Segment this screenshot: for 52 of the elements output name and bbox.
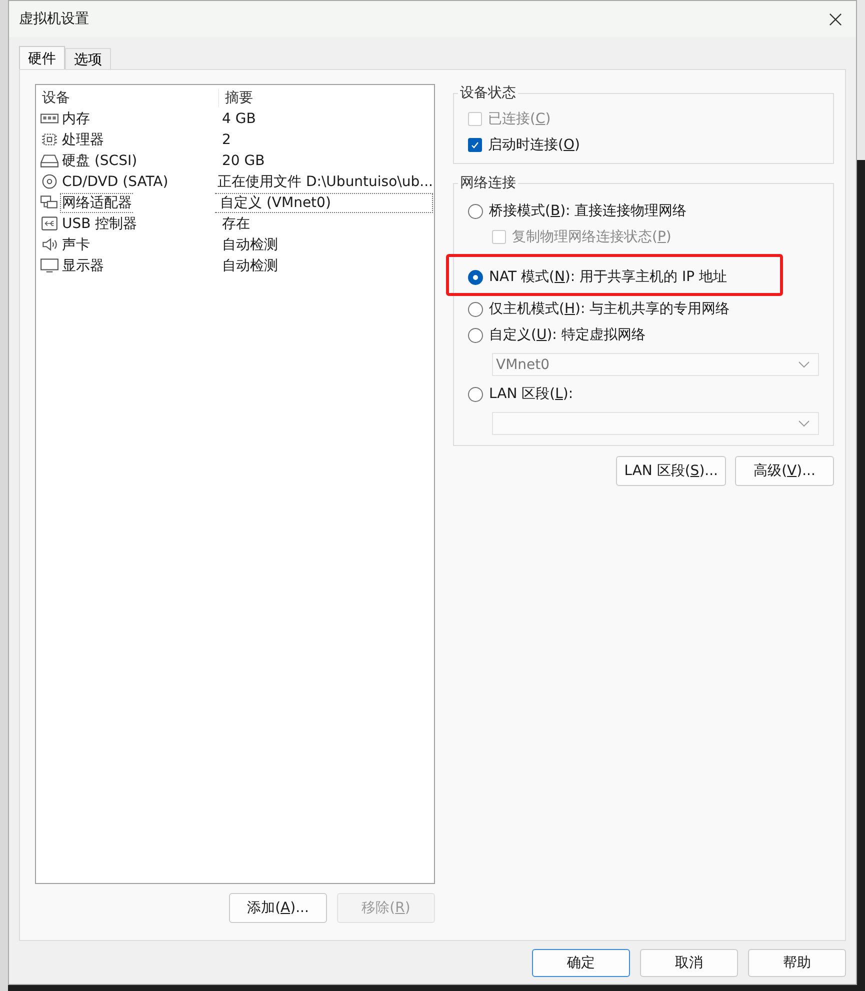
device-name[interactable]: CD/DVD (SATA)	[60, 172, 170, 190]
device-name[interactable]: USB 控制器	[60, 214, 140, 234]
column-header: 设备	[37, 88, 219, 106]
chevron-icon	[798, 420, 810, 428]
device-name[interactable]: 处理器	[60, 130, 106, 150]
window-title: 虚拟机设置	[19, 10, 89, 28]
group-title: 网络连接	[459, 174, 517, 192]
checkbox-label[interactable]: 启动时连接(O)	[488, 136, 580, 154]
radio-label[interactable]: LAN 区段(L):	[489, 385, 574, 403]
device-summary: 20 GB	[221, 152, 265, 168]
radio-label[interactable]: NAT 模式(N): 用于共享主机的 IP 地址	[489, 268, 728, 286]
radio-button[interactable]	[468, 386, 483, 402]
device-name[interactable]: 硬盘 (SCSI)	[60, 150, 140, 170]
memory-icon	[40, 111, 59, 126]
radio-button[interactable]	[468, 328, 483, 342]
speaker-icon	[40, 237, 59, 252]
network-icon	[40, 195, 59, 210]
device-name[interactable]: 显示器	[60, 256, 106, 276]
dialog-button[interactable]: 确定	[532, 949, 630, 977]
network-button[interactable]: LAN 区段(S)...	[616, 456, 726, 486]
checkbox[interactable]	[468, 138, 482, 152]
device-summary: 2	[221, 132, 231, 148]
device-summary: 存在	[221, 214, 250, 232]
radio-button[interactable]	[468, 204, 483, 218]
radio-label[interactable]: 仅主机模式(H): 与主机共享的专用网络	[489, 300, 730, 318]
dialog-button[interactable]: 帮助	[748, 949, 846, 977]
device-summary: 自动检测	[221, 256, 278, 274]
chip-icon	[40, 132, 59, 147]
disk-drive-icon	[40, 153, 59, 168]
radio-button[interactable]	[468, 302, 483, 316]
radio-label[interactable]: 自定义(U): 特定虚拟网络	[489, 326, 646, 344]
tab[interactable]: 选项	[65, 48, 111, 70]
device-name[interactable]: 内存	[60, 108, 92, 128]
usb-icon	[40, 216, 59, 231]
monitor-icon	[40, 258, 59, 273]
dialog-button[interactable]: 取消	[640, 949, 738, 977]
network-button[interactable]: 高级(V)...	[735, 456, 834, 486]
device-name[interactable]: 声卡	[60, 234, 92, 254]
device-summary: 自动检测	[221, 236, 278, 254]
radio-button[interactable]	[468, 270, 483, 284]
chevron-icon	[798, 360, 810, 368]
device-name[interactable]: 网络适配器	[60, 192, 133, 212]
device-summary: 4 GB	[221, 110, 256, 126]
radio-label[interactable]: 桥接模式(B): 直接连接物理网络	[489, 202, 687, 220]
group-title: 设备状态	[459, 84, 517, 102]
column-header: 摘要	[224, 88, 253, 106]
tab[interactable]: 硬件	[19, 46, 65, 70]
close-icon[interactable]	[829, 12, 842, 26]
list-button[interactable]: 添加(A)...	[229, 893, 327, 923]
device-summary: 自定义 (VMnet0)	[215, 192, 433, 212]
device-summary: 正在使用文件 D:\Ubuntuiso\ub...	[216, 172, 433, 190]
disc-icon	[40, 174, 59, 189]
